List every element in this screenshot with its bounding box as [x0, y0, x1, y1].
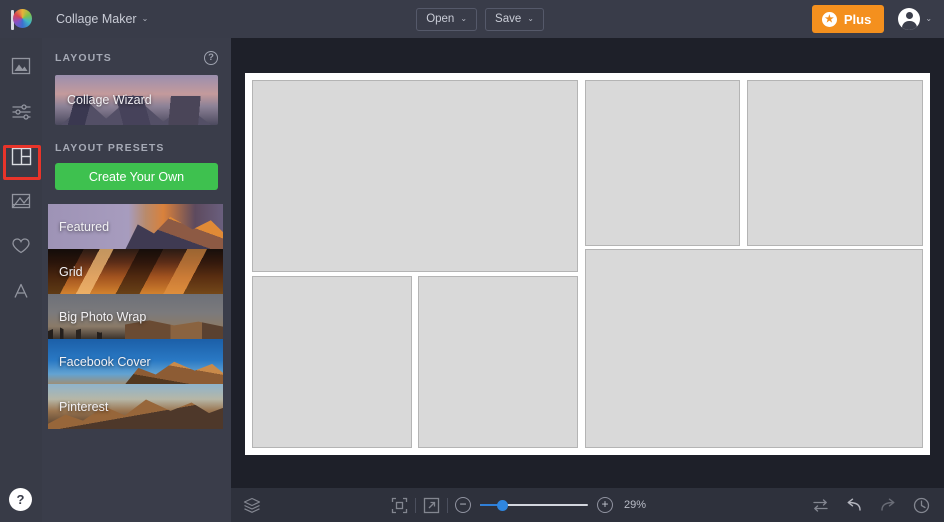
collage-cell-grid [252, 80, 923, 448]
preset-label: Facebook Cover [59, 355, 151, 369]
save-button[interactable]: Save ⌄ [485, 8, 544, 31]
plus-upgrade-button[interactable]: ★ Plus [812, 5, 884, 33]
account-menu[interactable]: ⌄ [898, 8, 932, 30]
preset-row-facebook-cover[interactable]: Facebook Cover [48, 339, 223, 384]
collage-wizard-label: Collage Wizard [67, 93, 152, 107]
preset-label: Pinterest [59, 400, 108, 414]
sidebar-item-text[interactable] [0, 274, 42, 308]
zoom-controls: − + 29% [455, 497, 646, 513]
layout-presets-header: LAYOUT PRESETS [42, 125, 231, 163]
history-clock-icon [913, 497, 930, 514]
avatar [898, 8, 920, 30]
preset-label: Big Photo Wrap [59, 310, 146, 324]
app-title-dropdown[interactable]: Collage Maker ⌄ [48, 7, 156, 31]
chevron-down-icon: ⌄ [925, 15, 932, 23]
history-button[interactable] [913, 497, 930, 514]
chevron-down-icon: ⌄ [142, 15, 149, 23]
zoom-slider[interactable] [480, 498, 588, 512]
text-a-icon [11, 282, 31, 300]
layouts-panel-header: LAYOUTS ? [42, 38, 231, 73]
chevron-down-icon: ⌄ [527, 15, 534, 23]
heart-icon [11, 237, 31, 255]
shuffle-swap-icon [812, 498, 829, 513]
zoom-level-value: 29% [624, 499, 646, 511]
bottom-toolbar: − + 29% [231, 488, 944, 522]
sidebar-item-adjust[interactable] [0, 94, 42, 128]
layout-presets-list: Featured Grid Big Photo Wrap Facebook Co… [42, 204, 231, 429]
collage-layout-icon [11, 147, 32, 166]
collage-wizard-card[interactable]: Collage Wizard [55, 75, 218, 125]
top-toolbar: Collage Maker ⌄ Open ⌄ Save ⌄ ★ Plus ⌄ [0, 0, 944, 38]
image-mountain-icon [11, 57, 31, 75]
chevron-down-icon: ⌄ [460, 15, 467, 23]
open-label: Open [426, 13, 454, 25]
preset-label: Grid [59, 265, 83, 279]
layouts-header-label: LAYOUTS [55, 52, 112, 64]
zoom-in-button[interactable]: + [597, 497, 613, 513]
zoom-slider-thumb[interactable] [497, 500, 508, 511]
collage-cell-4[interactable] [252, 276, 412, 448]
collage-cell-5[interactable] [418, 276, 578, 448]
preset-label: Featured [59, 220, 109, 234]
canvas-stage [231, 38, 944, 488]
logo-button[interactable] [0, 0, 42, 38]
help-circle-icon[interactable]: ? [204, 51, 218, 65]
collage-cell-2[interactable] [585, 80, 741, 246]
zoom-out-button[interactable]: − [455, 497, 471, 513]
preset-row-grid[interactable]: Grid [48, 249, 223, 294]
undo-arrow-icon [845, 498, 863, 513]
layers-button[interactable] [243, 497, 261, 513]
collage-canvas[interactable] [245, 73, 930, 455]
fit-to-screen-icon [391, 497, 408, 514]
preset-row-big-photo-wrap[interactable]: Big Photo Wrap [48, 294, 223, 339]
collage-cell-1[interactable] [252, 80, 578, 272]
sidebar-item-graphics[interactable] [0, 184, 42, 218]
sidebar-item-collage[interactable] [0, 139, 42, 173]
shuffle-swap-button[interactable] [812, 498, 829, 513]
create-your-own-button[interactable]: Create Your Own [55, 163, 218, 190]
redo-button[interactable] [879, 498, 897, 513]
redo-arrow-icon [879, 498, 897, 513]
preset-row-pinterest[interactable]: Pinterest [48, 384, 223, 429]
collage-maker-app: Collage Maker ⌄ Open ⌄ Save ⌄ ★ Plus ⌄ [0, 0, 944, 522]
layers-icon [243, 497, 261, 513]
expand-fullscreen-icon [423, 497, 440, 514]
open-button[interactable]: Open ⌄ [416, 8, 477, 31]
sidebar-item-favorites[interactable] [0, 229, 42, 263]
graphics-overlay-icon [11, 192, 31, 210]
save-label: Save [495, 13, 521, 25]
sliders-icon [11, 103, 32, 120]
expand-fullscreen-button[interactable] [423, 497, 440, 514]
plus-label: Plus [844, 12, 871, 27]
star-icon: ★ [822, 12, 837, 27]
undo-button[interactable] [845, 498, 863, 513]
layouts-panel: LAYOUTS ? Collage Wizard LAYOUT PRESETS … [42, 38, 231, 522]
sidebar-item-photo-editor[interactable] [0, 49, 42, 83]
collage-cell-3[interactable] [747, 80, 923, 246]
preset-row-featured[interactable]: Featured [48, 204, 223, 249]
tool-rail: ? [0, 38, 42, 522]
befunky-logo-icon [11, 9, 32, 30]
help-button[interactable]: ? [9, 488, 32, 511]
fit-to-screen-button[interactable] [391, 497, 408, 514]
collage-cell-6[interactable] [585, 249, 923, 448]
app-title-label: Collage Maker [56, 12, 137, 26]
